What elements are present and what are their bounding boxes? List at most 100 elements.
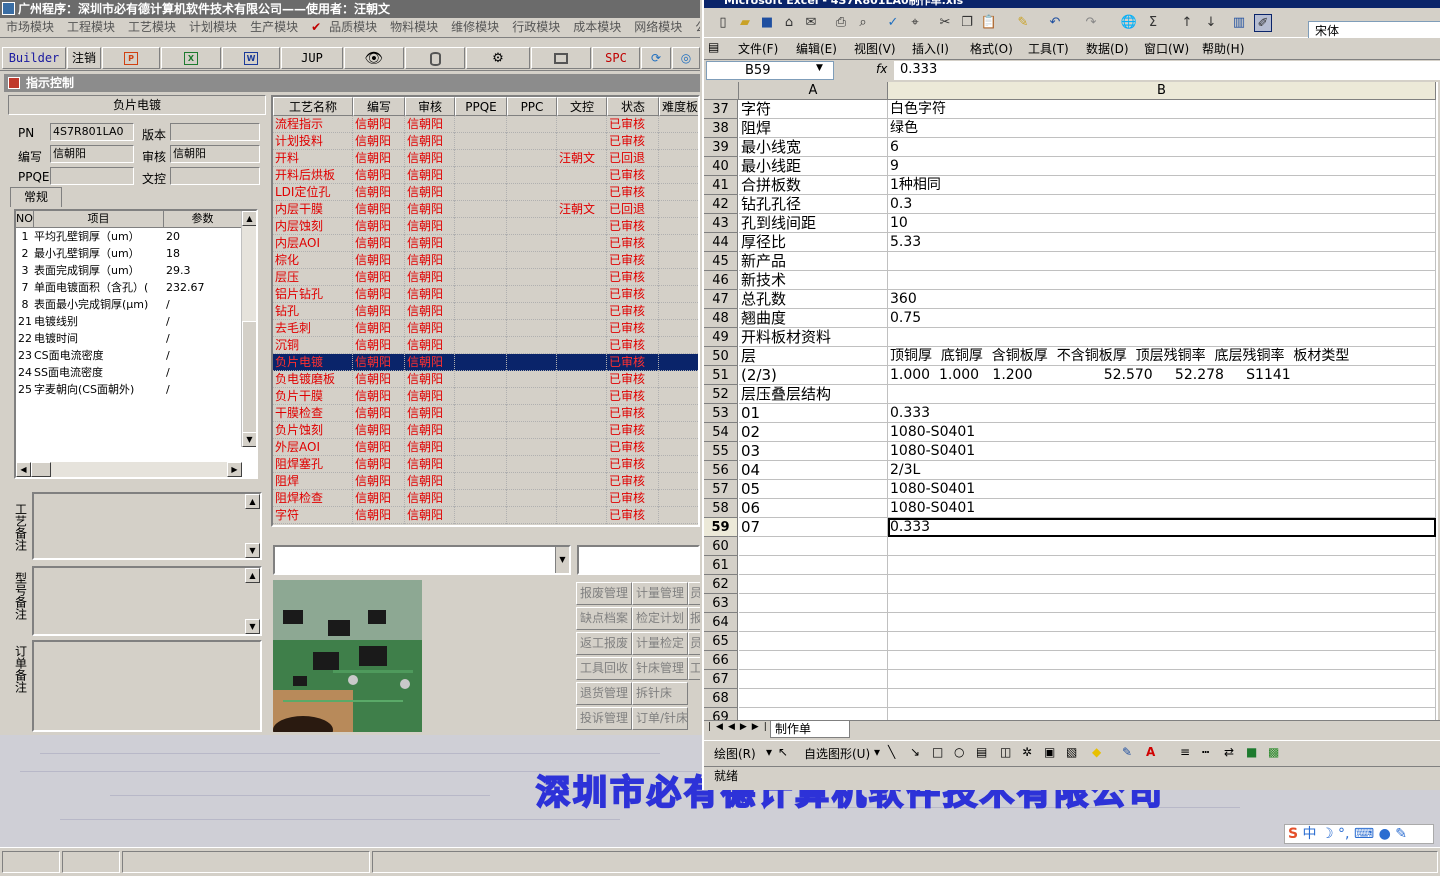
jup-button[interactable]: JUP (281, 47, 343, 69)
cell-b[interactable] (888, 594, 1436, 613)
row-header[interactable]: 44 (704, 233, 738, 252)
row-header[interactable]: 47 (704, 290, 738, 309)
rectangle-icon[interactable]: □ (932, 745, 943, 759)
row-header[interactable]: 50 (704, 347, 738, 366)
process-row[interactable]: 负片蚀刻 信朝阳 信朝阳 已审核 (273, 422, 698, 439)
scroll-left-button[interactable]: ◀ (16, 462, 31, 477)
cell-a[interactable]: 07 (739, 518, 888, 537)
param-horizontal-scrollbar[interactable]: ◀ ▶ (16, 462, 242, 477)
process-row[interactable]: 铝片钻孔 信朝阳 信朝阳 已审核 (273, 286, 698, 303)
select-all-corner[interactable] (704, 82, 739, 100)
process-remark-box[interactable]: ▲ ▼ (32, 492, 262, 560)
cell-a[interactable]: 孔到线间距 (739, 214, 888, 233)
module-admin[interactable]: 行政模块 (512, 18, 560, 37)
chevron-down-icon[interactable]: ▾ (766, 745, 772, 759)
process-row[interactable]: 阻焊检查 信朝阳 信朝阳 已审核 (273, 490, 698, 507)
row-header[interactable]: 57 (704, 480, 738, 499)
cell-b[interactable]: 1.000 1.000 1.200 52.570 52.278 S1141 (888, 366, 1436, 385)
wrench-icon[interactable]: ✎ (1395, 826, 1407, 842)
row-header[interactable]: 43 (704, 214, 738, 233)
research-icon[interactable]: ⌖ (906, 14, 924, 32)
cell-a[interactable]: 钻孔孔径 (739, 195, 888, 214)
menu-format[interactable]: 格式(O) (970, 40, 1013, 57)
logout-button[interactable]: 注销 (67, 47, 101, 69)
chevron-down-icon[interactable]: ▾ (874, 745, 880, 759)
cell-b[interactable]: 绿色 (888, 119, 1436, 138)
keyboard-icon[interactable]: ⌨ (1354, 826, 1374, 842)
module-engineering[interactable]: 工程模块 (67, 18, 115, 37)
process-row[interactable]: 内层蚀刻 信朝阳 信朝阳 已审核 (273, 218, 698, 235)
cell-a[interactable] (739, 594, 888, 613)
cell-a[interactable] (739, 632, 888, 651)
sheet-nav-arrows-icon[interactable]: |◀◀▶▶| (708, 722, 772, 732)
format-painter-icon[interactable]: ✎ (1014, 14, 1032, 32)
textbox-icon[interactable]: ▤ (976, 745, 987, 759)
column-header-b[interactable]: B (888, 82, 1436, 100)
fill-color-icon[interactable]: ◆ (1092, 745, 1101, 759)
quality-grid-button[interactable]: 缺点档案 (576, 607, 632, 630)
cell-b[interactable] (888, 670, 1436, 689)
row-header[interactable]: 67 (704, 670, 738, 689)
undo-icon[interactable]: ↶ (1046, 14, 1064, 32)
print-icon[interactable]: ⎙ (832, 14, 850, 32)
line-icon[interactable]: ╲ (888, 745, 895, 759)
quality-grid-button[interactable]: 拆针床 (632, 682, 688, 705)
hyperlink-icon[interactable]: 🌐 (1120, 14, 1138, 32)
quality-grid-button-partial[interactable]: 工 (688, 657, 700, 680)
row-header[interactable]: 65 (704, 632, 738, 651)
chevron-down-icon[interactable]: ▼ (555, 547, 569, 573)
row-header[interactable]: 52 (704, 385, 738, 404)
cell-a[interactable]: 最小线距 (739, 157, 888, 176)
cell-a[interactable]: 合拼板数 (739, 176, 888, 195)
cell-b[interactable]: 10 (888, 214, 1436, 233)
param-row[interactable]: 8 表面最小完成铜厚(μm) / (16, 296, 256, 313)
save-icon[interactable]: ■ (758, 14, 776, 32)
permission-icon[interactable]: ⌂ (780, 14, 798, 32)
module-public[interactable]: 公 (695, 18, 700, 37)
select-pointer-icon[interactable]: ↖ (778, 745, 788, 759)
param-row[interactable]: 1 平均孔壁铜厚（um） 20 (16, 228, 256, 245)
cell-a[interactable]: 最小线宽 (739, 138, 888, 157)
quality-grid-button[interactable]: 检定计划 (632, 607, 688, 630)
col-doc-control[interactable]: 文控 (557, 97, 607, 116)
diagram-icon[interactable]: ✲ (1022, 745, 1032, 759)
param-value[interactable]: / (164, 330, 242, 347)
col-difficulty[interactable]: 难度板 (659, 97, 698, 116)
process-row[interactable]: 负片电镀 信朝阳 信朝阳 已审核 (273, 354, 698, 371)
param-row[interactable]: 3 表面完成铜厚（um） 29.3 (16, 262, 256, 279)
row-header[interactable]: 64 (704, 613, 738, 632)
punctuation-icon[interactable]: °, (1338, 826, 1349, 842)
param-value[interactable]: / (164, 296, 242, 313)
menu-view[interactable]: 视图(V) (854, 40, 896, 57)
cell-b[interactable]: 白色字符 (888, 100, 1436, 119)
row-header[interactable]: 68 (704, 689, 738, 708)
row-header[interactable]: 62 (704, 575, 738, 594)
cell-a[interactable]: 层压叠层结构 (739, 385, 888, 404)
param-row[interactable]: 7 单面电镀面积（含孔）(232.67 (16, 279, 256, 296)
cell-b[interactable]: 0.333 (888, 404, 1436, 423)
cell-a[interactable]: (2/3) (739, 366, 888, 385)
cell-a[interactable] (739, 613, 888, 632)
cell-a[interactable] (739, 556, 888, 575)
quality-grid-button[interactable]: 针床管理 (632, 657, 688, 680)
quality-grid-button[interactable]: 返工报废 (576, 632, 632, 655)
cell-a[interactable]: 06 (739, 499, 888, 518)
cell-a[interactable] (739, 537, 888, 556)
param-row[interactable]: 24 SS面电流密度 / (16, 364, 256, 381)
process-row[interactable]: 层压 信朝阳 信朝阳 已审核 (273, 269, 698, 286)
module-cost[interactable]: 成本模块 (573, 18, 621, 37)
row-header[interactable]: 49 (704, 328, 738, 347)
excel-button[interactable]: X (161, 47, 221, 69)
cell-b[interactable]: 360 (888, 290, 1436, 309)
param-row[interactable]: 23 CS面电流密度 / (16, 347, 256, 364)
cell-a[interactable]: 新技术 (739, 271, 888, 290)
scroll-up-button[interactable]: ▲ (245, 568, 260, 583)
module-production[interactable]: 生产模块 (250, 18, 298, 37)
cell-a[interactable]: 厚径比 (739, 233, 888, 252)
cell-a[interactable] (739, 651, 888, 670)
wordart-icon[interactable]: ◫ (1000, 745, 1011, 759)
secondary-combo[interactable] (577, 545, 700, 575)
param-col-value[interactable]: 参数 (164, 211, 242, 228)
param-row[interactable]: 25 字麦朝向(CS面朝外) / (16, 381, 256, 398)
row-header[interactable]: 51 (704, 366, 738, 385)
